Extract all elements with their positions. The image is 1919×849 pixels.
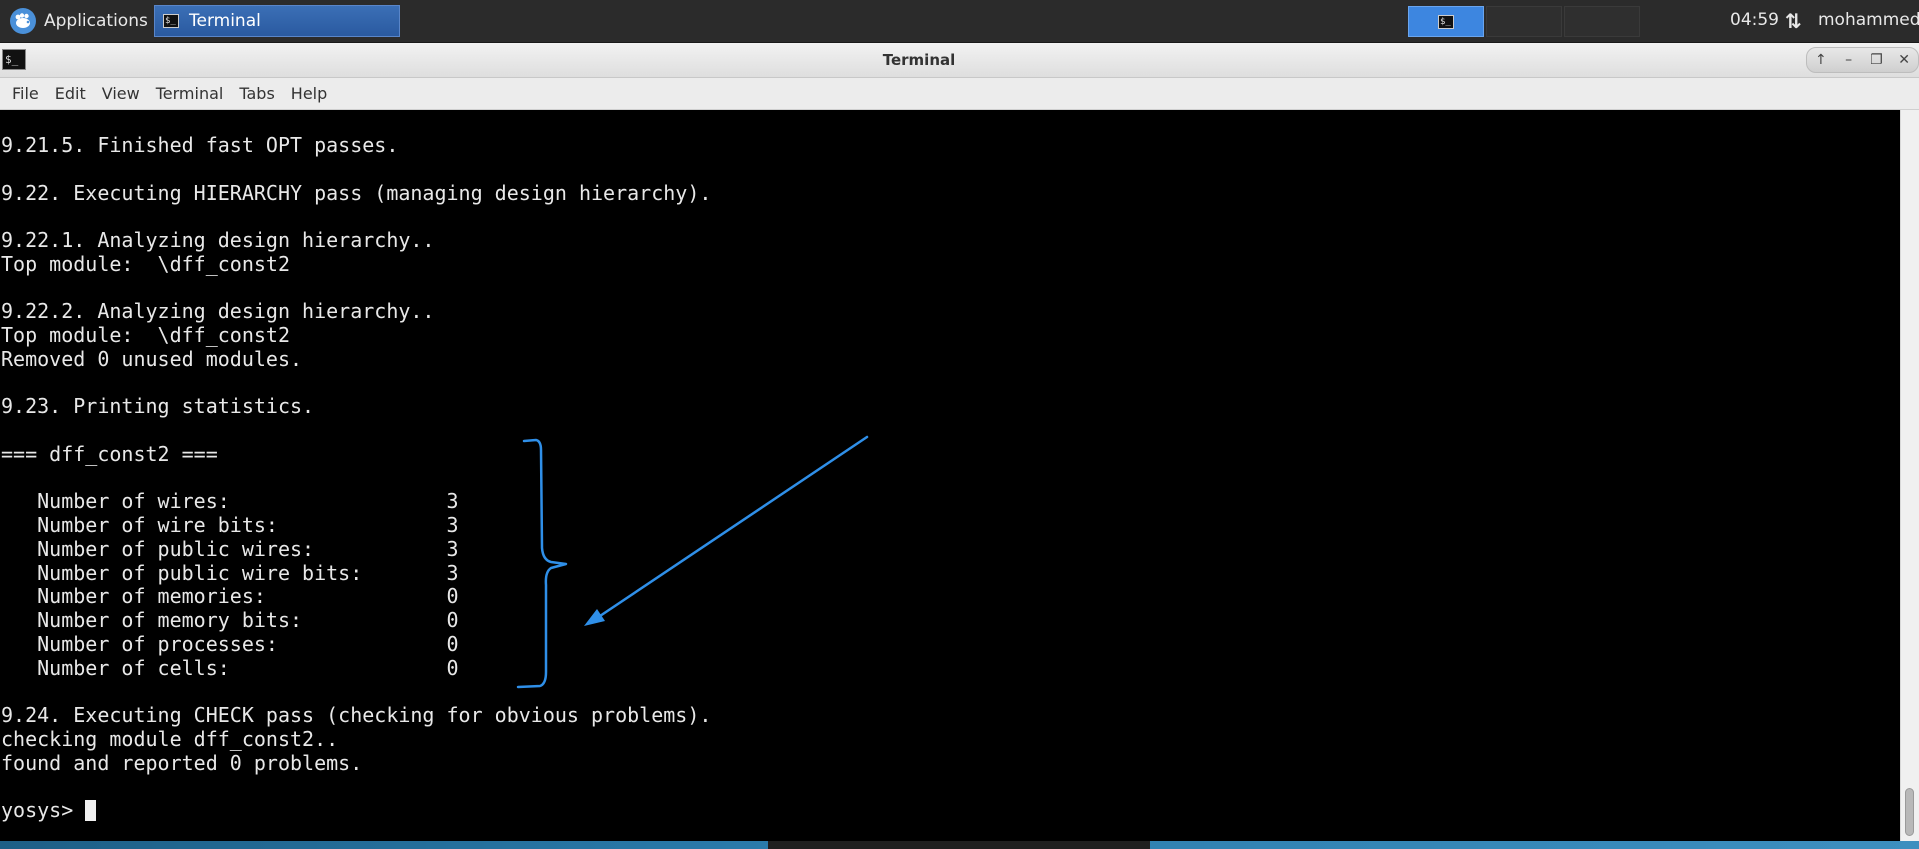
terminal-line: Top module: \dff_const2: [1, 251, 290, 276]
terminal-line: Number of cells: 0: [1, 655, 459, 680]
maximize-icon[interactable]: ❐: [1866, 52, 1886, 68]
terminal-text: 9.21.5. Finished fast OPT passes. 9.22. …: [1, 133, 712, 823]
shade-up-icon[interactable]: ↑: [1811, 52, 1831, 68]
workspace-2-button[interactable]: [1486, 6, 1562, 37]
terminal-line: Number of memory bits: 0: [1, 608, 459, 632]
desktop-screen: Applications $_ Terminal $_ 04:59 ⇅ moha…: [0, 0, 1919, 849]
terminal-prompt: yosys>: [1, 798, 86, 822]
terminal-line: 9.22.2. Analyzing design hierarchy..: [1, 299, 435, 324]
clock[interactable]: 04:59: [1730, 10, 1779, 30]
taskbar-terminal-label: Terminal: [189, 11, 261, 31]
network-updown-icon[interactable]: ⇅: [1785, 9, 1802, 33]
terminal-line: Number of public wires: 3: [1, 536, 459, 561]
menu-bar: File Edit View Terminal Tabs Help: [0, 78, 1919, 110]
menu-tabs[interactable]: Tabs: [231, 80, 282, 107]
user-menu[interactable]: mohammed: [1818, 10, 1919, 30]
applications-label: Applications: [44, 11, 148, 31]
terminal-line: 9.21.5. Finished fast OPT passes.: [1, 133, 399, 157]
terminal-scrollbar[interactable]: [1900, 110, 1919, 841]
terminal-line: found and reported 0 problems.: [1, 750, 363, 775]
terminal-prompt-line[interactable]: yosys>: [1, 798, 711, 823]
xfce-mouse-icon: [10, 8, 36, 34]
bottom-dock: [768, 841, 1150, 849]
terminal-line: checking module dff_const2..: [1, 726, 339, 751]
terminal-line: 9.22. Executing HIERARCHY pass (managing…: [1, 180, 712, 205]
terminal-line: Number of wire bits: 3: [1, 513, 459, 537]
menu-edit[interactable]: Edit: [47, 80, 94, 107]
terminal-line: Number of wires: 3: [1, 489, 459, 514]
terminal-line: Removed 0 unused modules.: [1, 346, 303, 371]
taskbar-terminal-button[interactable]: $_ Terminal: [154, 5, 400, 37]
close-icon[interactable]: ✕: [1894, 52, 1914, 68]
terminal-line: 9.23. Printing statistics.: [1, 394, 315, 419]
terminal-line: === dff_const2 ===: [1, 441, 218, 466]
menu-file[interactable]: File: [4, 80, 47, 107]
terminal-line: 9.22.1. Analyzing design hierarchy..: [1, 228, 435, 252]
terminal-icon: $_: [163, 14, 179, 28]
terminal-line: Number of memories: 0: [1, 584, 459, 609]
menu-terminal[interactable]: Terminal: [148, 80, 232, 107]
terminal-line: Top module: \dff_const2: [1, 323, 290, 347]
menu-view[interactable]: View: [94, 80, 148, 107]
terminal-line: Number of processes: 0: [1, 631, 459, 656]
terminal-output[interactable]: 9.21.5. Finished fast OPT passes. 9.22. …: [0, 110, 1900, 841]
minimize-icon[interactable]: –: [1839, 52, 1859, 68]
scrollbar-thumb[interactable]: [1905, 788, 1914, 836]
terminal-cursor: [85, 800, 97, 822]
workspace-3-button[interactable]: [1564, 6, 1640, 37]
applications-menu-button[interactable]: Applications: [4, 6, 154, 36]
workspace-1-button[interactable]: $_: [1408, 6, 1484, 37]
menu-help[interactable]: Help: [283, 80, 335, 107]
window-title: Terminal: [882, 51, 956, 69]
window-titlebar[interactable]: $_ Terminal ↑ – ❐ ✕: [0, 43, 1919, 78]
window-controls: ↑ – ❐ ✕: [1806, 47, 1919, 73]
terminal-line: Number of public wire bits: 3: [1, 560, 459, 585]
terminal-line: 9.24. Executing CHECK pass (checking for…: [1, 703, 712, 727]
workspace-terminal-icon: $_: [1438, 14, 1454, 29]
top-panel: Applications $_ Terminal $_ 04:59 ⇅ moha…: [0, 0, 1919, 43]
